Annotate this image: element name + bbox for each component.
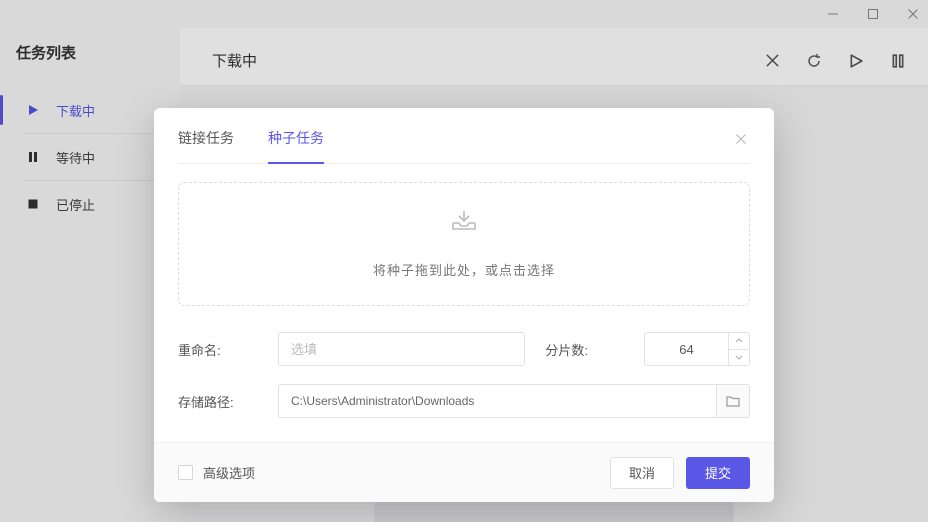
rename-label: 重命名: (178, 340, 278, 359)
path-input[interactable] (278, 384, 716, 418)
modal-overlay: 链接任务 种子任务 将种子拖到此处， (0, 0, 928, 522)
stepper-up-icon[interactable] (729, 333, 749, 350)
submit-button[interactable]: 提交 (686, 457, 750, 489)
torrent-dropzone[interactable]: 将种子拖到此处，或点击选择 (178, 182, 750, 306)
add-task-dialog: 链接任务 种子任务 将种子拖到此处， (154, 108, 774, 502)
shards-input[interactable] (644, 332, 728, 366)
dialog-close-icon[interactable] (732, 130, 750, 148)
cancel-button[interactable]: 取消 (610, 457, 674, 489)
advanced-options[interactable]: 高级选项 (178, 463, 255, 482)
inbox-icon (450, 209, 478, 238)
browse-folder-icon[interactable] (716, 384, 750, 418)
dialog-tabs: 链接任务 种子任务 (178, 128, 750, 164)
tab-torrent-task[interactable]: 种子任务 (268, 128, 324, 164)
dropzone-label: 将种子拖到此处，或点击选择 (373, 260, 555, 279)
rename-input[interactable] (278, 332, 525, 366)
path-label: 存储路径: (178, 392, 278, 411)
advanced-checkbox[interactable] (178, 465, 193, 480)
stepper-down-icon[interactable] (729, 350, 749, 366)
advanced-label: 高级选项 (203, 463, 255, 482)
shards-label: 分片数: (545, 340, 588, 359)
tab-link-task[interactable]: 链接任务 (178, 128, 234, 163)
shards-stepper (728, 332, 750, 366)
